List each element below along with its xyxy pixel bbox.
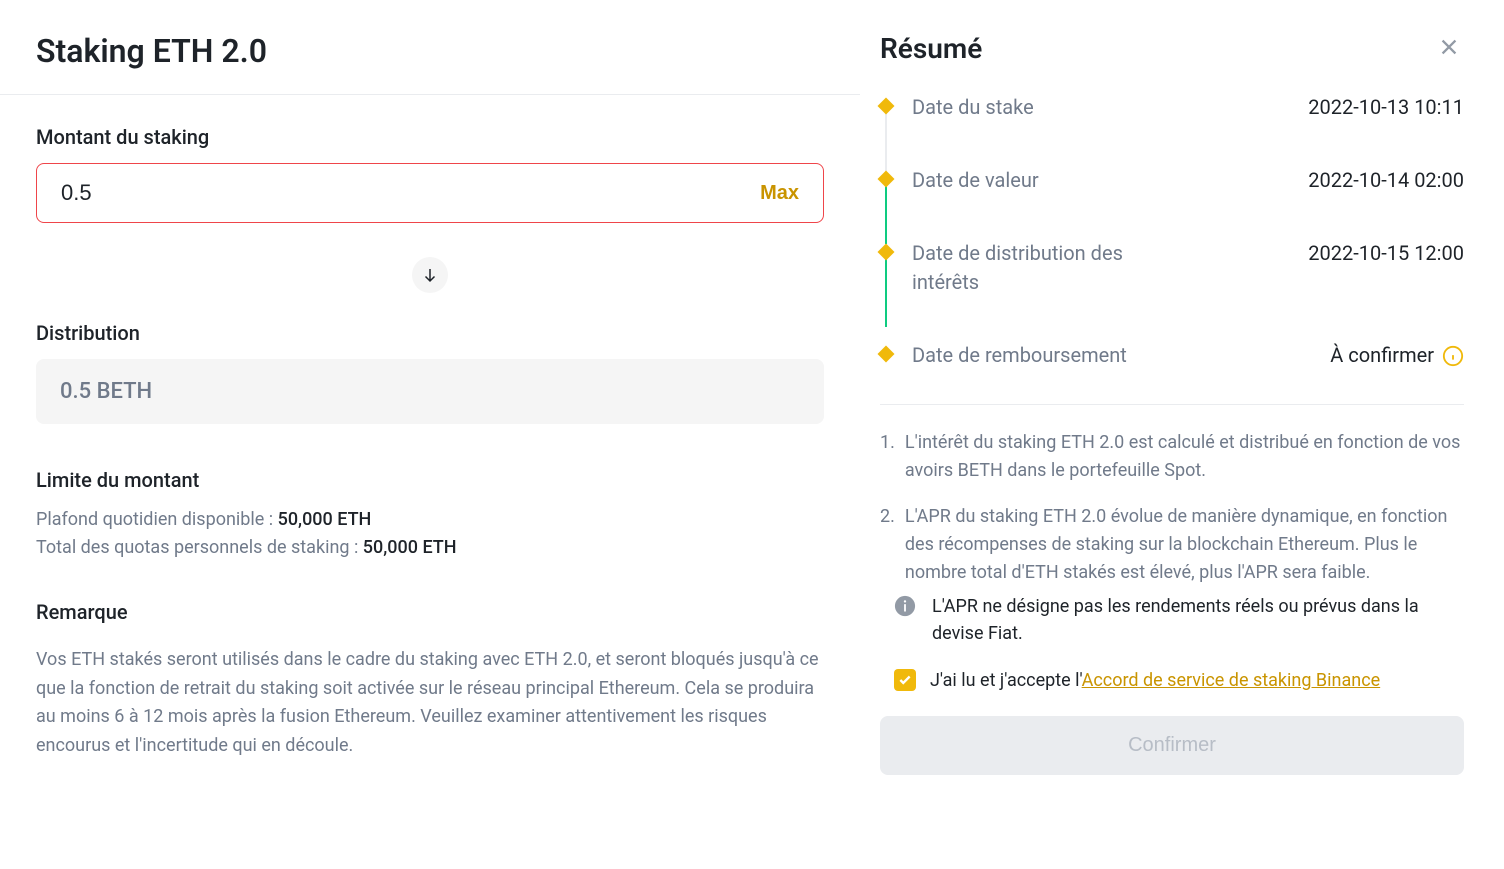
check-icon [898, 673, 912, 687]
timeline: Date du stake 2022-10-13 10:11 Date de v… [880, 93, 1464, 380]
staking-form-panel: Staking ETH 2.0 Montant du staking Max D… [0, 0, 860, 869]
page-title: Staking ETH 2.0 [36, 32, 860, 70]
daily-cap-row: Plafond quotidien disponible : 50,000 ET… [36, 506, 824, 534]
personal-quota-value: 50,000 ETH [363, 537, 457, 558]
divider [880, 404, 1464, 405]
timeline-interest-date: Date de distribution des intérêts 2022-1… [880, 239, 1464, 341]
apr-disclaimer-row: L'APR ne désigne pas les rendements réel… [880, 589, 1464, 667]
amount-label: Montant du staking [36, 125, 824, 149]
personal-quota-row: Total des quotas personnels de staking :… [36, 534, 824, 562]
limit-heading: Limite du montant [36, 468, 824, 492]
info-icon [894, 595, 916, 617]
confirm-button[interactable]: Confirmer [880, 716, 1464, 775]
summary-title: Résumé [880, 32, 982, 65]
notes-list: 1. L'intérêt du staking ETH 2.0 est calc… [880, 429, 1464, 589]
remark-text: Vos ETH stakés seront utilisés dans le c… [36, 646, 824, 761]
daily-cap-label: Plafond quotidien disponible : [36, 509, 278, 530]
timeline-value: 2022-10-13 10:11 [1308, 93, 1464, 122]
timeline-stake-date: Date du stake 2022-10-13 10:11 [880, 93, 1464, 166]
apr-disclaimer-text: L'APR ne désigne pas les rendements réel… [932, 593, 1450, 647]
distribution-value: 0.5 BETH [36, 359, 824, 424]
amount-input-container: Max [36, 163, 824, 223]
timeline-redemption-date: Date de remboursement À confirmer [880, 341, 1464, 380]
left-body: Montant du staking Max Distribution 0.5 … [0, 95, 860, 761]
summary-panel: Résumé Date du stake 2022-10-13 10:11 Da… [860, 0, 1504, 869]
note-number: 1. [880, 429, 895, 485]
note-item: 1. L'intérêt du staking ETH 2.0 est calc… [880, 429, 1464, 485]
note-item: 2. L'APR du staking ETH 2.0 évolue de ma… [880, 503, 1464, 587]
daily-cap-value: 50,000 ETH [278, 509, 372, 530]
agreement-text: J'ai lu et j'accepte l'Accord de service… [930, 667, 1380, 694]
note-text: L'APR du staking ETH 2.0 évolue de maniè… [905, 503, 1464, 587]
remark-heading: Remarque [36, 600, 824, 624]
timeline-label: Date du stake [912, 93, 1034, 122]
arrow-down-icon [412, 257, 448, 293]
timeline-value: À confirmer [1330, 341, 1434, 370]
timeline-value-with-info: À confirmer [1330, 341, 1464, 370]
timeline-value: 2022-10-15 12:00 [1308, 239, 1464, 268]
timeline-label: Date de remboursement [912, 341, 1127, 370]
close-button[interactable] [1434, 32, 1464, 65]
staking-amount-input[interactable] [61, 180, 760, 206]
left-header: Staking ETH 2.0 [0, 0, 860, 95]
timeline-value: 2022-10-14 02:00 [1308, 166, 1464, 195]
info-icon[interactable] [1442, 345, 1464, 367]
agreement-row: J'ai lu et j'accepte l'Accord de service… [880, 667, 1464, 716]
note-number: 2. [880, 503, 895, 587]
timeline-value-date: Date de valeur 2022-10-14 02:00 [880, 166, 1464, 239]
summary-header: Résumé [880, 32, 1464, 65]
note-text: L'intérêt du staking ETH 2.0 est calculé… [905, 429, 1464, 485]
agreement-checkbox[interactable] [894, 669, 916, 691]
timeline-label: Date de distribution des intérêts [912, 239, 1182, 297]
close-icon [1438, 36, 1460, 58]
max-button[interactable]: Max [760, 182, 799, 205]
agreement-link[interactable]: Accord de service de staking Binance [1082, 670, 1381, 691]
agreement-prefix: J'ai lu et j'accepte l' [930, 670, 1082, 691]
timeline-label: Date de valeur [912, 166, 1039, 195]
bottom-block: L'APR ne désigne pas les rendements réel… [880, 589, 1464, 775]
distribution-label: Distribution [36, 321, 824, 345]
personal-quota-label: Total des quotas personnels de staking : [36, 537, 363, 558]
